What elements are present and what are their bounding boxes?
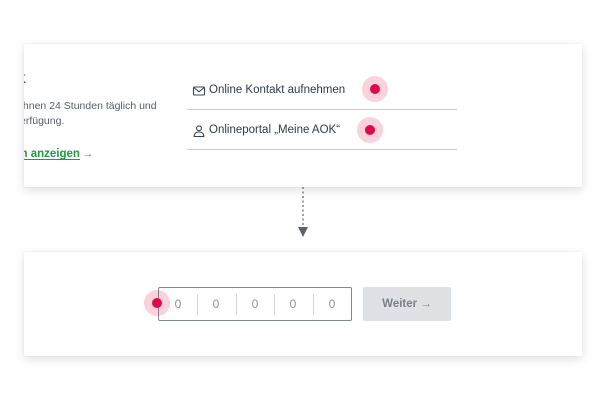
- hotspot-marker[interactable]: [357, 117, 383, 143]
- arrow-right-icon: →: [420, 298, 432, 310]
- user-icon: [193, 125, 205, 138]
- flow-connector-arrow: [298, 187, 308, 237]
- code-digit-field[interactable]: 0: [197, 294, 235, 315]
- info-text-line: erfügung.: [24, 115, 65, 127]
- hotspot-marker[interactable]: [144, 290, 170, 316]
- next-button-label: Weiter: [382, 298, 418, 310]
- info-text-line: Ihnen 24 Stunden täglich und: [24, 100, 157, 112]
- info-description: Ihnen 24 Stunden täglich und erfügung.: [24, 99, 180, 129]
- meine-aok-portal-label: Onlineportal „Meine AOK“: [209, 124, 341, 136]
- online-contact-item[interactable]: Online Kontakt aufnehmen: [187, 72, 457, 110]
- code-digit-field[interactable]: 0: [313, 294, 351, 315]
- next-button[interactable]: Weiter →: [363, 287, 451, 321]
- contact-options-card: K Ihnen 24 Stunden täglich und erfügung.…: [24, 44, 582, 187]
- code-digit-field[interactable]: 0: [274, 294, 312, 315]
- show-more-link-label: rn anzeigen: [24, 148, 80, 160]
- hotspot-marker[interactable]: [362, 76, 388, 102]
- code-input-group[interactable]: 0 0 0 0 0: [158, 287, 352, 321]
- online-contact-label: Online Kontakt aufnehmen: [209, 84, 346, 96]
- arrow-right-icon: →: [81, 148, 94, 160]
- code-digit-field[interactable]: 0: [236, 294, 274, 315]
- envelope-icon: [192, 86, 206, 96]
- info-heading: K: [24, 72, 26, 86]
- meine-aok-portal-item[interactable]: Onlineportal „Meine AOK“: [187, 112, 457, 150]
- show-more-link[interactable]: rn anzeigen→: [24, 148, 93, 160]
- code-entry-card: 0 0 0 0 0 Weiter →: [24, 252, 582, 356]
